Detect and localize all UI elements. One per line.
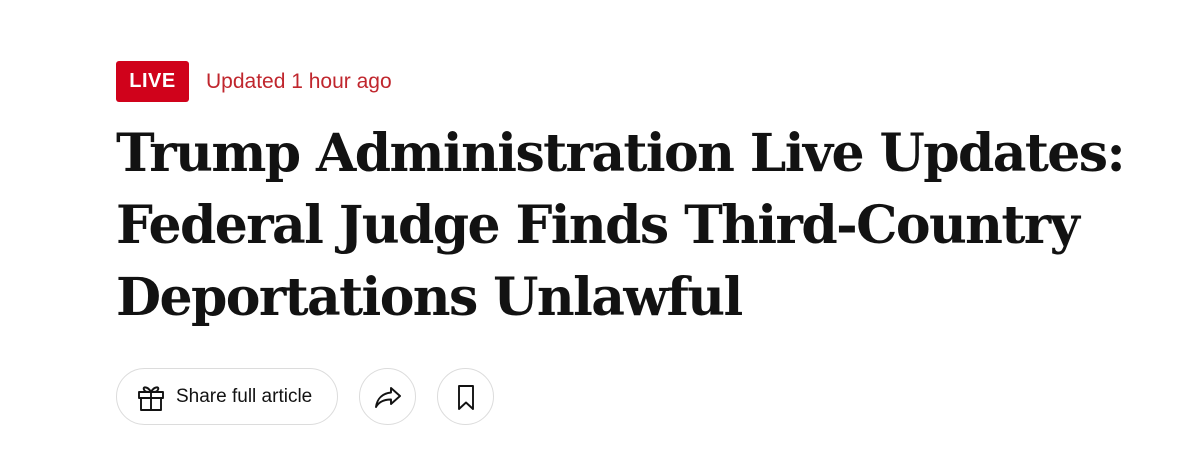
share-full-article-label: Share full article	[176, 385, 313, 407]
share-full-article-button[interactable]: Share full article	[116, 368, 338, 425]
article-headline: Trump Administration Live Updates: Feder…	[116, 123, 1126, 328]
share-arrow-icon	[372, 381, 404, 413]
article-actions: Share full article	[116, 368, 494, 425]
save-button[interactable]	[437, 368, 494, 425]
live-badge: LIVE	[116, 61, 189, 102]
share-button[interactable]	[359, 368, 416, 425]
updated-timestamp: Updated 1 hour ago	[206, 69, 392, 93]
gift-icon	[135, 381, 167, 413]
article-meta: LIVE Updated 1 hour ago	[116, 61, 392, 102]
bookmark-icon	[450, 381, 482, 413]
